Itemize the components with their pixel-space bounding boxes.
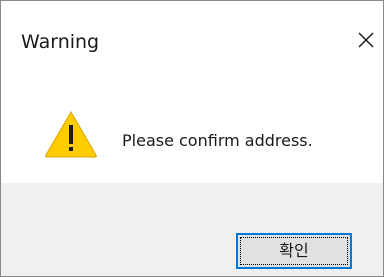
dialog-content: Please confirm address. [1, 65, 383, 183]
close-icon [358, 32, 374, 48]
warning-icon [45, 111, 97, 158]
title-bar: Warning [1, 1, 383, 65]
ok-button-label: 확인 [279, 241, 309, 260]
ok-button[interactable]: 확인 [236, 233, 352, 269]
button-bar: 확인 [1, 183, 383, 276]
close-button[interactable] [351, 25, 381, 55]
warning-message: Please confirm address. [122, 131, 313, 150]
warning-dialog: Warning Please confirm address. 확인 [0, 0, 384, 277]
dialog-title: Warning [21, 31, 100, 53]
